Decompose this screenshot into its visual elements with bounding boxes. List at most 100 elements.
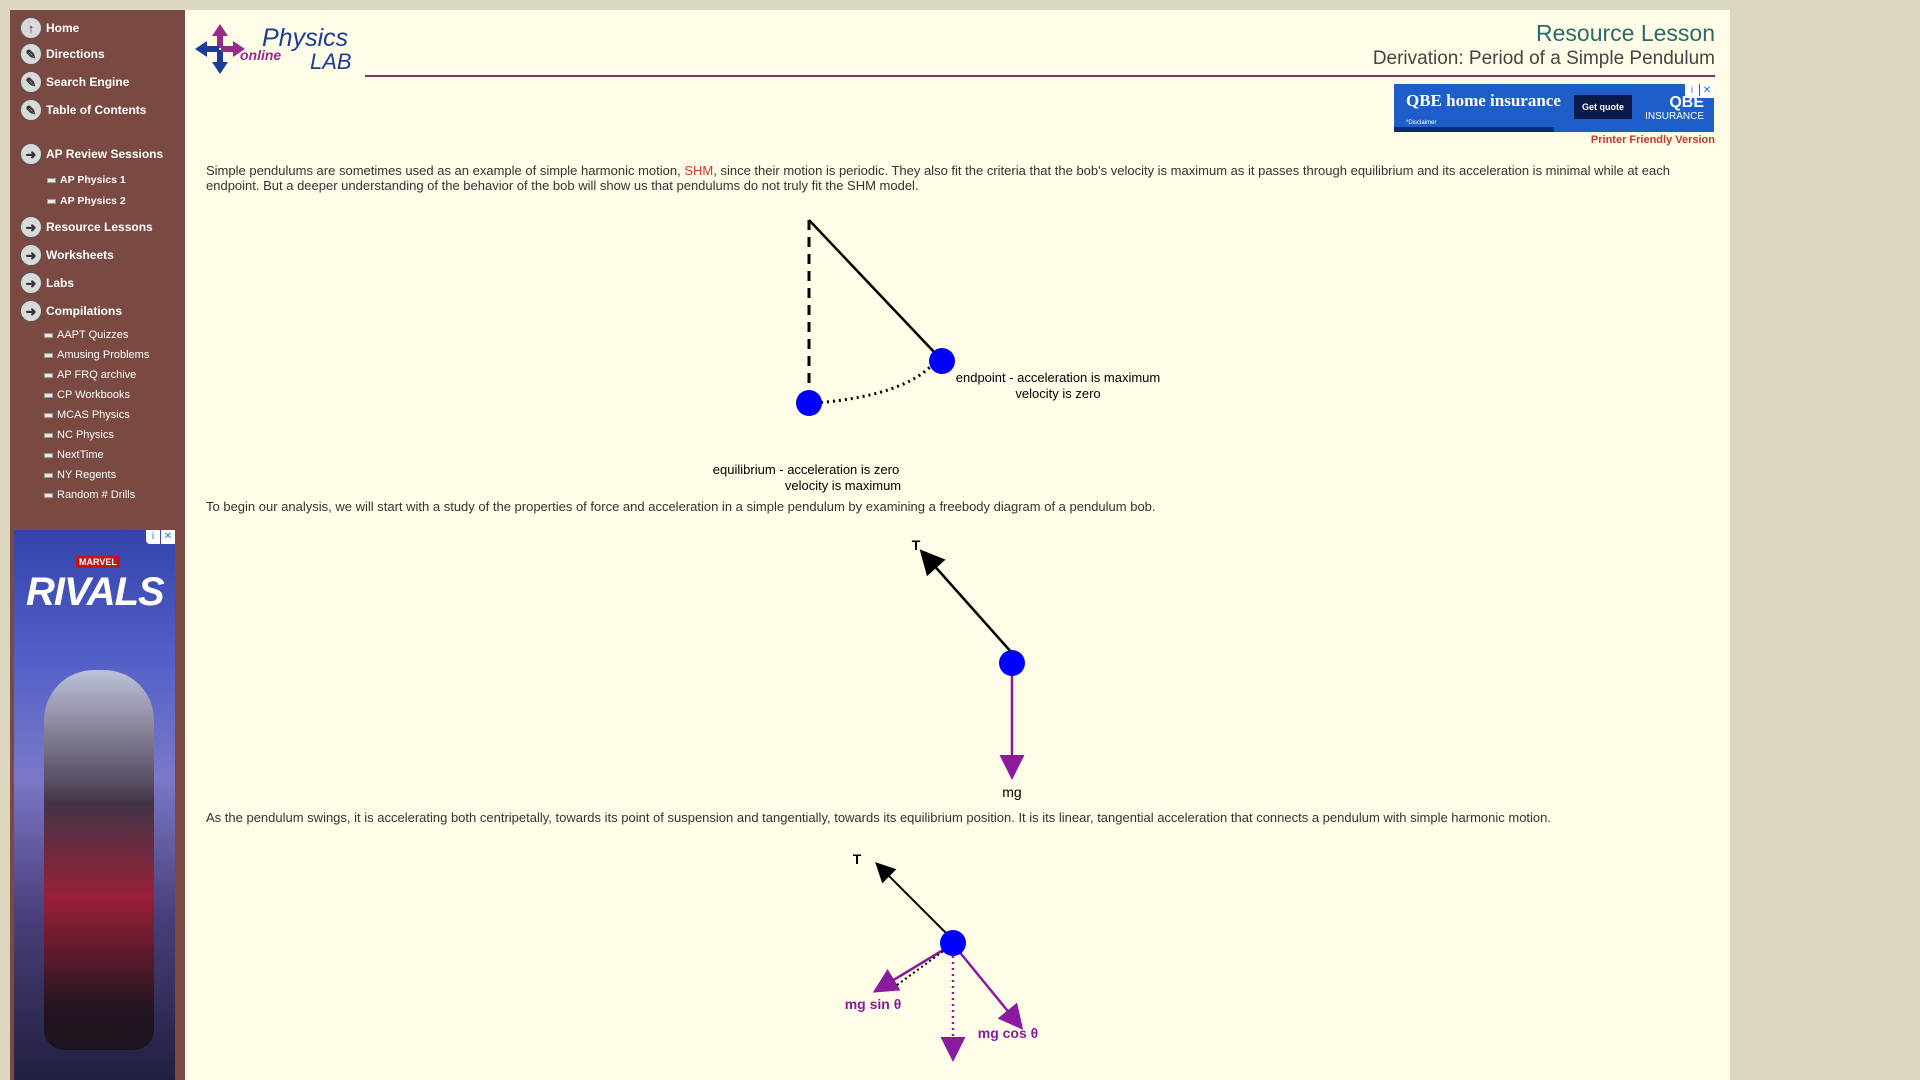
- nav-directions[interactable]: ✎ Directions: [20, 41, 105, 67]
- sub-random-drills[interactable]: Random # Drills: [44, 487, 135, 503]
- header-divider: [365, 75, 1715, 77]
- sub-nc-physics[interactable]: NC Physics: [44, 427, 114, 443]
- intro-text-1: Simple pendulums are sometimes used as a…: [206, 163, 685, 178]
- logo-word-online: online: [240, 47, 282, 63]
- page-title: Resource Lesson: [1536, 20, 1715, 46]
- physics-lab-logo[interactable]: Physics online LAB: [195, 22, 365, 82]
- freebody-bob: [999, 650, 1025, 676]
- sub-ap-physics-2[interactable]: AP Physics 2: [47, 193, 126, 209]
- logo-word-lab: LAB: [310, 49, 352, 74]
- tension-arrow: [919, 549, 1013, 654]
- arrow-right-icon: ➜: [20, 272, 42, 294]
- printer-friendly-link[interactable]: Printer Friendly Version: [1591, 134, 1715, 146]
- sub-cp-workbooks[interactable]: CP Workbooks: [44, 387, 130, 403]
- bullet-icon: [47, 198, 56, 204]
- acceleration-paragraph: As the pendulum swings, it is accelerati…: [206, 810, 1552, 825]
- nav-search-engine[interactable]: ✎ Search Engine: [20, 69, 129, 95]
- sub-aapt-quizzes[interactable]: AAPT Quizzes: [44, 327, 128, 343]
- mg-sin-label: mg sin θ: [845, 996, 902, 1012]
- ad-info-icon[interactable]: i: [146, 530, 160, 544]
- sub-ap-physics-1-label: AP Physics 1: [60, 174, 126, 186]
- nav-ap-review-label: AP Review Sessions: [46, 147, 164, 161]
- ad-logo-sub: INSURANCE: [1645, 111, 1704, 122]
- ad-info-icon[interactable]: i: [1685, 84, 1699, 98]
- bullet-icon: [44, 472, 53, 478]
- pencil-icon: ✎: [20, 43, 42, 65]
- top-advertisement[interactable]: QBE home insurance Get quote *Disclaimer…: [1394, 84, 1714, 132]
- ad-get-quote-button[interactable]: Get quote: [1574, 95, 1632, 119]
- nav-search-engine-label: Search Engine: [46, 75, 130, 89]
- pendulum-string: [808, 219, 936, 354]
- mg-cos-label: mg cos θ: [978, 1025, 1038, 1041]
- sub-label: MCAS Physics: [57, 409, 130, 421]
- pencil-icon: ✎: [20, 71, 42, 93]
- sub-label: Amusing Problems: [57, 349, 150, 361]
- sub-label: NextTime: [57, 449, 104, 461]
- endpoint-bob: [929, 348, 955, 374]
- weight-label: mg: [1002, 784, 1021, 800]
- sub-mcas-physics[interactable]: MCAS Physics: [44, 407, 130, 423]
- bullet-icon: [44, 392, 53, 398]
- endpoint-label-2: velocity is zero: [1015, 386, 1100, 401]
- ad-headline: QBE home insurance: [1406, 91, 1561, 110]
- bullet-icon: [47, 177, 56, 183]
- arrow-right-icon: ➜: [20, 300, 42, 322]
- mg-sin-arrow: [872, 942, 954, 993]
- ad-bar: [1394, 127, 1554, 132]
- arrow-right-icon: ➜: [20, 216, 42, 238]
- bullet-icon: [44, 332, 53, 338]
- sub-label: AAPT Quizzes: [57, 329, 129, 341]
- component-bob: [940, 930, 966, 956]
- nav-labs[interactable]: ➜ Labs: [20, 270, 74, 296]
- nav-worksheets[interactable]: ➜ Worksheets: [20, 242, 114, 268]
- sub-ap-frq-archive[interactable]: AP FRQ archive: [44, 367, 136, 383]
- equilibrium-label-2: velocity is maximum: [785, 478, 901, 493]
- bullet-icon: [44, 412, 53, 418]
- bullet-icon: [44, 492, 53, 498]
- sub-label: Random # Drills: [57, 489, 136, 501]
- left-advertisement[interactable]: MARVEL RIVALS i ✕: [14, 530, 175, 1080]
- ad-character-image: [44, 670, 154, 1050]
- nav-compilations-label: Compilations: [46, 304, 123, 318]
- pencil-icon: ✎: [20, 99, 42, 121]
- freebody-diagram: T mg: [912, 537, 1025, 800]
- nav-home[interactable]: ↑ Home: [20, 15, 79, 41]
- sub-amusing-problems[interactable]: Amusing Problems: [44, 347, 149, 363]
- tension-arrow: [875, 862, 954, 941]
- ad-close-icon[interactable]: ✕: [1700, 84, 1714, 98]
- tension-label: T: [853, 851, 862, 867]
- sub-label: AP FRQ archive: [57, 369, 137, 381]
- main-content: Physics online LAB Resource Lesson Deriv…: [185, 10, 1730, 1080]
- nav-labs-label: Labs: [46, 276, 75, 290]
- arrow-right-icon: ➜: [20, 244, 42, 266]
- ad-brand-big: RIVALS: [26, 570, 165, 614]
- ad-close-icon[interactable]: ✕: [161, 530, 175, 544]
- ad-brand-small: MARVEL: [76, 556, 120, 568]
- home-icon: ↑: [20, 17, 42, 39]
- sub-ny-regents[interactable]: NY Regents: [44, 467, 116, 483]
- sidebar: ↑ Home ✎ Directions ✎ Search Engine ✎ Ta…: [10, 10, 185, 1080]
- nav-resource-lessons-label: Resource Lessons: [46, 220, 153, 234]
- nav-worksheets-label: Worksheets: [46, 248, 114, 262]
- bullet-icon: [44, 452, 53, 458]
- nav-directions-label: Directions: [46, 47, 105, 61]
- nav-ap-review[interactable]: ➜ AP Review Sessions: [20, 141, 163, 167]
- nav-resource-lessons[interactable]: ➜ Resource Lessons: [20, 214, 153, 240]
- nav-toc-label: Table of Contents: [46, 103, 147, 117]
- bullet-icon: [44, 352, 53, 358]
- nav-table-of-contents[interactable]: ✎ Table of Contents: [20, 97, 146, 123]
- nav-home-label: Home: [46, 21, 80, 35]
- sub-ap-physics-2-label: AP Physics 2: [60, 195, 126, 207]
- pendulum-swing-diagram: endpoint - acceleration is maximum veloc…: [713, 219, 1160, 493]
- bullet-icon: [44, 372, 53, 378]
- sub-ap-physics-1[interactable]: AP Physics 1: [47, 172, 126, 188]
- mg-cos-arrow: [952, 943, 1024, 1030]
- nav-compilations[interactable]: ➜ Compilations: [20, 298, 122, 324]
- sub-nexttime[interactable]: NextTime: [44, 447, 104, 463]
- page-subtitle: Derivation: Period of a Simple Pendulum: [1372, 48, 1715, 69]
- ad-disclaimer: *Disclaimer: [1406, 120, 1437, 126]
- intro-paragraph: Simple pendulums are sometimes used as a…: [206, 163, 1716, 193]
- bullet-icon: [44, 432, 53, 438]
- sub-label: CP Workbooks: [57, 389, 130, 401]
- shm-link[interactable]: SHM: [684, 163, 713, 178]
